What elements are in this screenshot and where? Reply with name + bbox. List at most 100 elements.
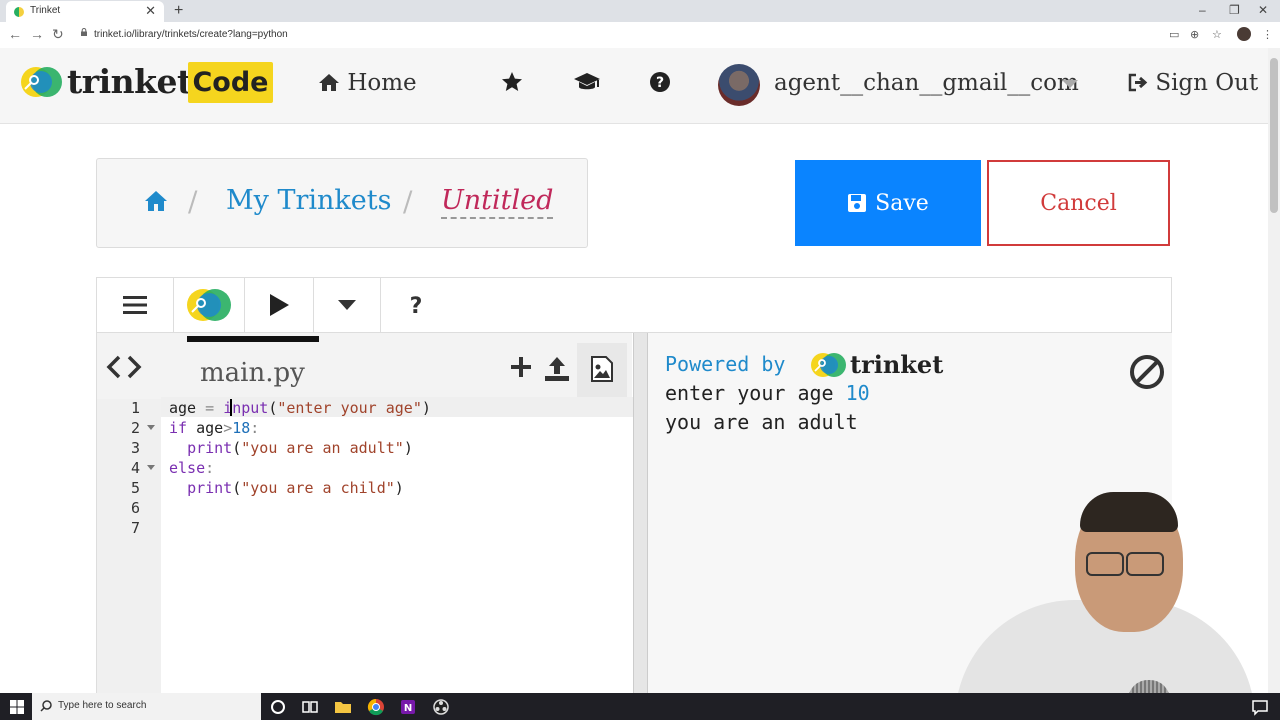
hamburger-menu-icon [123,296,147,314]
trinket-logo-icon [187,289,231,321]
notifications-icon[interactable] [1250,697,1270,717]
save-button-label: Save [875,190,929,216]
zoom-icon[interactable]: ⊕ [1190,28,1199,41]
text-cursor [230,399,232,416]
console-prompt-text: enter your age [665,381,846,405]
fold-arrow-icon[interactable] [147,465,155,470]
taskbar-search-box[interactable]: Type here to search [32,693,261,720]
breadcrumb-separator: / [188,185,198,218]
logo-code-badge[interactable]: Code [188,62,273,103]
chevron-down-icon[interactable] [1062,80,1078,88]
browser-tab-title: Trinket [30,5,61,16]
lock-icon [81,28,87,36]
line-number: 1 [130,399,140,417]
save-button[interactable]: Save [795,160,981,246]
line-number: 4 [130,459,140,477]
back-button[interactable]: ← [8,26,22,42]
fold-arrow-icon[interactable] [147,425,155,430]
user-avatar[interactable] [718,64,760,106]
stop-icon[interactable] [1129,354,1165,390]
code-line[interactable]: age = input("enter your age") [169,399,431,417]
line-number: 3 [130,439,140,457]
menu-button[interactable] [97,277,174,333]
breadcrumb-separator: / [403,185,413,218]
search-icon [40,700,52,712]
console-user-input: 10 [845,381,870,405]
home-icon [319,74,339,91]
file-explorer-icon[interactable] [333,697,353,717]
breadcrumb-home-icon[interactable] [144,190,168,212]
code-line[interactable]: print("you are an adult") [169,439,413,457]
username-menu[interactable]: agent__chan__gmail__com [774,70,1079,96]
powered-by-label: Powered by [665,352,786,376]
cortana-icon[interactable] [268,697,288,717]
upload-icon[interactable] [544,356,570,382]
browser-menu-icon[interactable]: ⋮ [1262,28,1273,41]
task-view-icon[interactable] [300,697,320,717]
browser-tabbar [0,0,1280,22]
code-line[interactable]: if age>18: [169,419,259,437]
window-minimize-button[interactable]: – [1199,3,1206,17]
browser-tab[interactable]: Trinket ✕ [6,1,164,22]
question-mark-icon: ? [410,294,423,316]
add-file-icon[interactable] [510,356,532,378]
floppy-disk-icon [848,194,867,212]
nav-home-link[interactable]: Home [318,70,417,96]
browser-profile-avatar[interactable] [1237,27,1251,41]
window-restore-button[interactable]: ❐ [1229,3,1240,17]
tab-close-icon[interactable]: ✕ [145,3,156,19]
address-bar: ← → ↻ trinket.io/library/trinkets/create… [0,22,1280,49]
bookmark-star-icon[interactable]: ☆ [1212,28,1222,41]
trinket-logo-icon [811,353,846,377]
reload-button[interactable]: ↻ [52,26,64,43]
question-circle-icon[interactable]: ? [649,71,671,93]
file-tab-main[interactable]: main.py [187,336,319,399]
line-number: 6 [130,499,140,517]
star-icon[interactable] [501,71,523,93]
svg-text:?: ? [656,75,664,91]
line-number: 2 [130,419,140,437]
page-scrollbar-thumb[interactable] [1270,58,1278,213]
help-button[interactable]: ? [381,277,451,333]
code-line[interactable]: print("you are a child") [169,479,404,497]
chevron-right-icon[interactable] [124,355,144,379]
webcam-presenter-hair [1080,492,1178,532]
trinket-logo-icon[interactable] [20,66,62,98]
trinket-logo-button[interactable] [174,277,245,333]
svg-text:N: N [404,703,412,714]
run-options-dropdown[interactable] [314,277,381,333]
sign-out-link[interactable]: Sign Out [1128,70,1258,96]
url-field[interactable]: trinket.io/library/trinkets/create?lang=… [94,29,288,40]
breadcrumb-my-trinkets-link[interactable]: My Trinkets [226,185,391,216]
console-output-line: you are an adult [665,410,858,434]
glasses-icon [1126,552,1164,576]
forward-button[interactable]: → [30,26,44,42]
cancel-button[interactable]: Cancel [987,160,1170,246]
chrome-icon[interactable] [366,697,386,717]
svg-text:?: ? [410,294,423,316]
run-button[interactable] [245,277,314,333]
window-close-button[interactable]: ✕ [1258,3,1268,17]
sign-out-icon [1128,73,1148,92]
new-tab-button[interactable]: + [174,2,183,20]
code-line[interactable]: else: [169,459,214,477]
obs-icon[interactable] [431,697,451,717]
powered-by-brand[interactable]: trinket [850,350,943,379]
glasses-icon [1086,552,1124,576]
file-tab-label: main.py [200,358,305,388]
nav-home-label: Home [347,70,417,96]
image-file-icon [591,356,613,382]
pane-resize-handle[interactable] [634,333,648,693]
logo-wordmark[interactable]: trinket [67,62,192,101]
line-number: 7 [130,519,140,537]
sign-out-label: Sign Out [1155,70,1259,96]
onenote-icon[interactable]: N [398,697,418,717]
file-tab-scroll-arrows[interactable] [104,355,144,385]
trinket-favicon-icon [14,7,24,17]
chevron-left-icon[interactable] [104,355,124,379]
windows-start-icon[interactable] [10,700,24,714]
cancel-button-label: Cancel [1040,190,1117,216]
graduation-cap-icon[interactable] [573,71,601,93]
trinket-title[interactable]: Untitled [441,185,554,219]
cast-icon[interactable]: ▭ [1169,28,1179,41]
